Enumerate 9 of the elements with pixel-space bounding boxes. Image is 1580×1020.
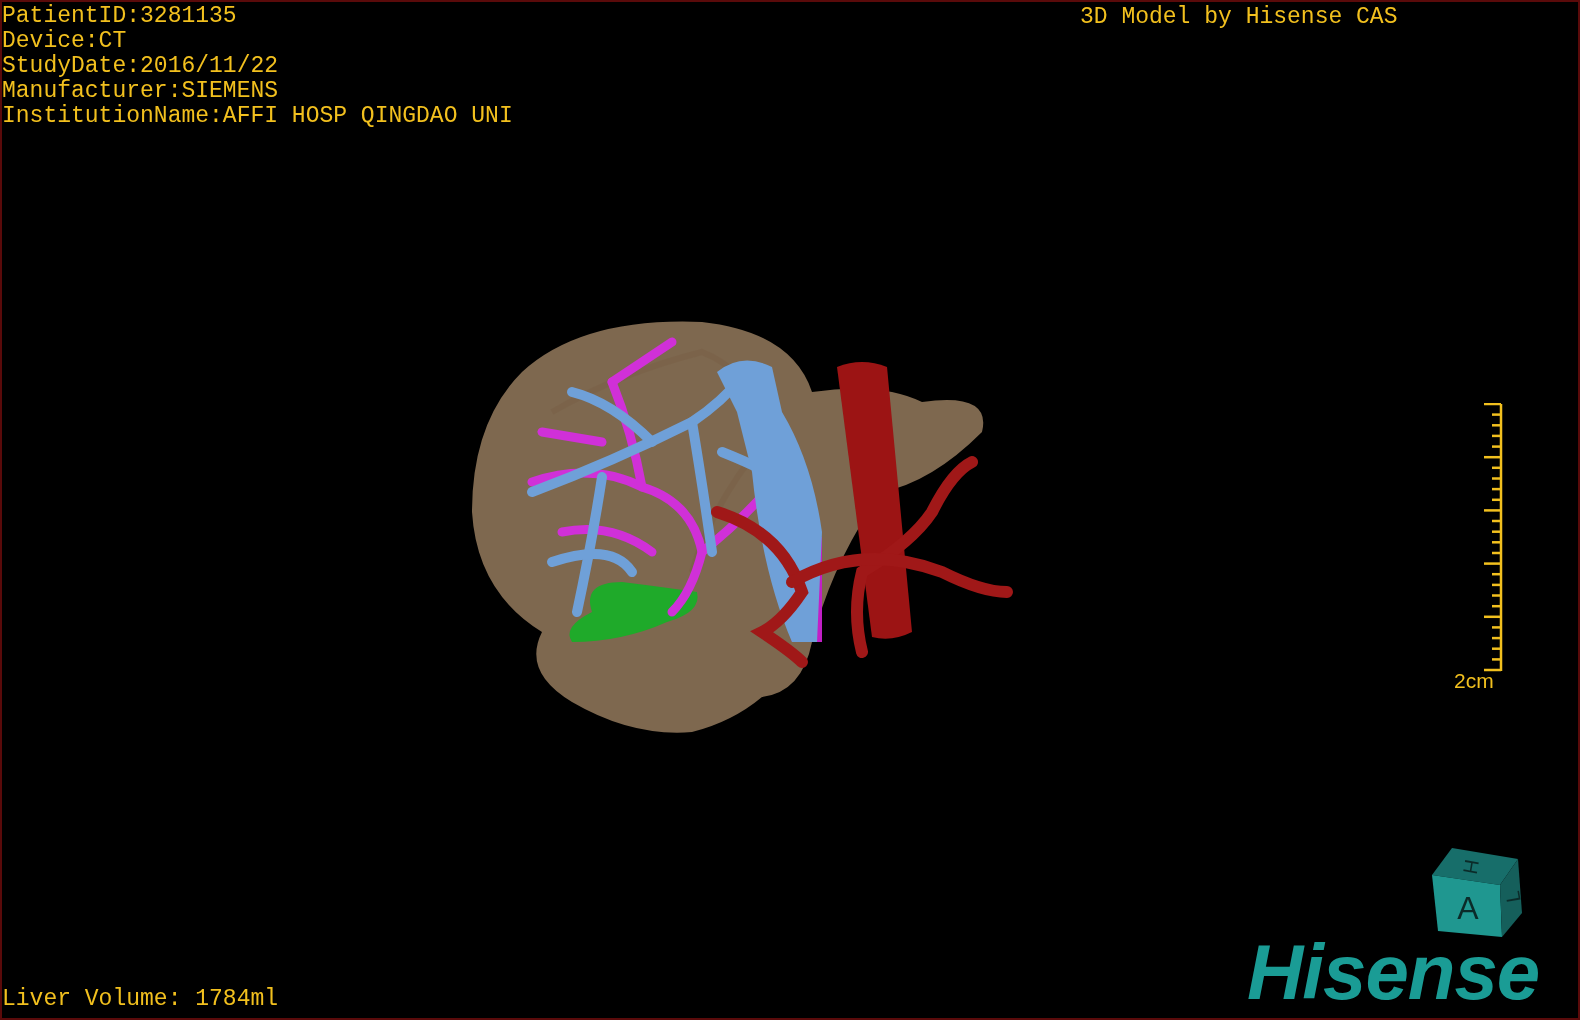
info-line: Manufacturer:SIEMENS [2, 79, 279, 104]
liver-volume: Liver Volume: 1784ml [2, 987, 279, 1012]
brand-logo: Hisense [1247, 930, 1540, 1014]
info-line: InstitutionName:AFFI HOSP QINGDAO UNI [2, 104, 513, 129]
info-line: StudyDate:2016/11/22 [2, 54, 279, 79]
scale-label: 2cm [1454, 670, 1494, 692]
info-line: Device:CT [2, 29, 127, 54]
info-line: PatientID:3281135 [2, 4, 237, 29]
viewer-title: 3D Model by Hisense CAS [1080, 5, 1398, 30]
